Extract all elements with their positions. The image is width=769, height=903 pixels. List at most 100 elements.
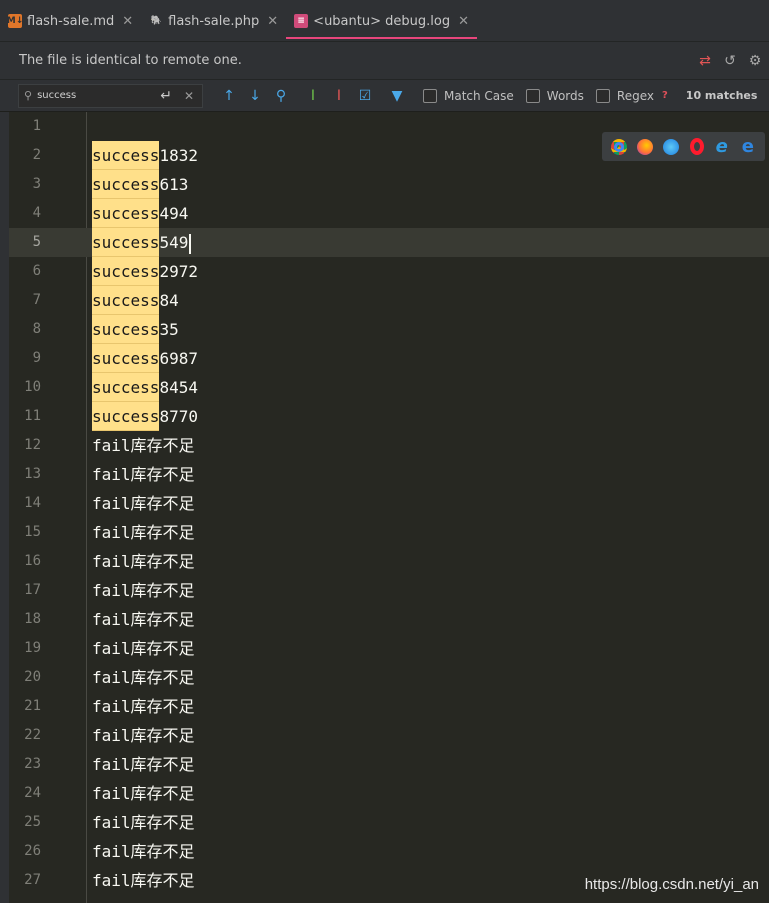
safari-icon[interactable] <box>663 138 680 155</box>
editor-line[interactable]: 24 fail库存不足 <box>0 779 769 808</box>
line-content[interactable]: success84 <box>92 286 179 315</box>
line-content[interactable]: fail库存不足 <box>92 431 195 460</box>
line-text: 8770 <box>159 407 198 426</box>
line-content[interactable]: fail库存不足 <box>92 605 195 634</box>
tab-flash-sale-md[interactable]: M↓ flash-sale.md ✕ <box>0 0 141 42</box>
checkbox-box[interactable] <box>595 88 610 103</box>
line-content[interactable]: fail库存不足 <box>92 866 195 895</box>
filter-icon[interactable]: ▼ <box>387 86 407 106</box>
editor-line[interactable]: 20 fail库存不足 <box>0 663 769 692</box>
editor-line[interactable]: 13 fail库存不足 <box>0 460 769 489</box>
opera-icon[interactable] <box>689 138 704 155</box>
chrome-icon[interactable] <box>611 138 628 155</box>
checkbox-box[interactable] <box>423 88 437 103</box>
editor-line[interactable]: 25 fail库存不足 <box>0 808 769 837</box>
words-checkbox[interactable]: Words <box>525 88 584 103</box>
edge-icon[interactable]: e <box>740 137 756 156</box>
close-icon[interactable]: ✕ <box>458 14 469 29</box>
editor-line[interactable]: 11 success8770 <box>0 402 769 431</box>
search-input[interactable] <box>37 90 138 101</box>
line-content[interactable]: success8770 <box>92 402 198 431</box>
checkbox-box[interactable] <box>525 88 540 103</box>
line-content[interactable]: fail库存不足 <box>92 576 195 605</box>
regex-help-icon[interactable]: ? <box>662 90 668 101</box>
line-content[interactable]: fail库存不足 <box>92 837 195 866</box>
search-field[interactable]: ⚲ ↵ ✕ <box>18 83 203 108</box>
line-content[interactable]: success549 <box>92 228 192 257</box>
editor-line[interactable]: 12 fail库存不足 <box>0 431 769 460</box>
editor-line[interactable]: 23 fail库存不足 <box>0 750 769 779</box>
editor-line[interactable]: 7 success84 <box>0 286 769 315</box>
line-content[interactable]: fail库存不足 <box>92 489 195 518</box>
line-content[interactable]: fail库存不足 <box>92 779 195 808</box>
history-icon[interactable]: ↺ <box>722 53 738 69</box>
line-content[interactable]: fail库存不足 <box>92 808 195 837</box>
settings-icon[interactable]: ⚙ <box>747 53 763 69</box>
close-icon[interactable]: ✕ <box>122 14 133 29</box>
editor-line[interactable]: 4 success494 <box>0 199 769 228</box>
editor-line[interactable]: 8 success35 <box>0 315 769 344</box>
line-content[interactable]: fail库存不足 <box>92 721 195 750</box>
line-content[interactable]: success2972 <box>92 257 198 286</box>
match-case-checkbox[interactable]: Match Case <box>423 88 514 103</box>
line-content[interactable]: success613 <box>92 170 188 199</box>
code-editor[interactable]: 1 2 success1832 3 success613 4 success494 5 succ… <box>0 112 769 903</box>
line-content[interactable]: fail库存不足 <box>92 634 195 663</box>
editor-line[interactable]: 21 fail库存不足 <box>0 692 769 721</box>
line-content[interactable]: success494 <box>92 199 188 228</box>
close-icon[interactable]: ✕ <box>267 14 278 29</box>
editor-line[interactable]: 19 fail库存不足 <box>0 634 769 663</box>
line-number: 17 <box>24 582 41 598</box>
tab-flash-sale-php[interactable]: 🐘 flash-sale.php ✕ <box>141 0 286 42</box>
add-occurrence-button[interactable]: I <box>303 86 323 106</box>
line-content[interactable]: fail库存不足 <box>92 547 195 576</box>
editor-line[interactable]: 18 fail库存不足 <box>0 605 769 634</box>
line-content[interactable]: fail库存不足 <box>92 692 195 721</box>
editor-line[interactable]: 5 success549 <box>9 228 769 257</box>
editor-line[interactable]: 14 fail库存不足 <box>0 489 769 518</box>
line-text: fail库存不足 <box>92 523 195 542</box>
line-number: 10 <box>24 379 41 395</box>
new-line-icon[interactable]: ↵ <box>160 88 172 104</box>
firefox-icon[interactable] <box>637 138 654 155</box>
select-all-occurrences-button[interactable]: ☑ <box>355 86 375 106</box>
clear-icon[interactable]: ✕ <box>184 89 194 103</box>
match-case-label: Match Case <box>444 88 514 103</box>
next-occurrence-button[interactable]: ↓ <box>245 86 265 106</box>
internet-explorer-icon[interactable]: e <box>714 137 730 156</box>
editor-line[interactable]: 16 fail库存不足 <box>0 547 769 576</box>
remove-occurrence-button[interactable]: I <box>329 86 349 106</box>
editor-line[interactable]: 17 fail库存不足 <box>0 576 769 605</box>
line-text: fail库存不足 <box>92 755 195 774</box>
search-match-highlight: success <box>92 170 160 199</box>
line-content[interactable]: fail库存不足 <box>92 518 195 547</box>
tab-debug-log[interactable]: ≡ <ubantu> debug.log ✕ <box>286 0 477 42</box>
line-text: 613 <box>159 175 189 194</box>
regex-label: Regex <box>616 88 654 103</box>
line-content[interactable]: fail库存不足 <box>92 663 195 692</box>
notice-text: The file is identical to remote one. <box>19 53 242 68</box>
line-content[interactable]: success8454 <box>92 373 198 402</box>
line-content[interactable]: fail库存不足 <box>92 460 195 489</box>
editor-line[interactable]: 26 fail库存不足 <box>0 837 769 866</box>
editor-line[interactable]: 6 success2972 <box>0 257 769 286</box>
line-content[interactable]: success6987 <box>92 344 198 373</box>
editor-line[interactable]: 22 fail库存不足 <box>0 721 769 750</box>
line-content[interactable]: success35 <box>92 315 179 344</box>
find-all-button[interactable]: ⚲ <box>271 86 291 106</box>
line-number: 14 <box>24 495 41 511</box>
line-content[interactable]: fail库存不足 <box>92 750 195 779</box>
search-icon[interactable]: ⚲ <box>24 89 32 102</box>
editor-line[interactable]: 9 success6987 <box>0 344 769 373</box>
editor-line[interactable]: 15 fail库存不足 <box>0 518 769 547</box>
line-number: 18 <box>24 611 41 627</box>
line-text: fail库存不足 <box>92 436 195 455</box>
editor-line[interactable]: 10 success8454 <box>0 373 769 402</box>
line-text: 35 <box>159 320 179 339</box>
regex-checkbox[interactable]: Regex <box>595 88 654 103</box>
compare-remote-icon[interactable]: ⇄ <box>697 53 713 69</box>
editor-line[interactable]: 3 success613 <box>0 170 769 199</box>
search-match-highlight: success <box>92 373 160 402</box>
previous-occurrence-button[interactable]: ↑ <box>219 86 239 106</box>
line-content[interactable]: success1832 <box>92 141 198 170</box>
